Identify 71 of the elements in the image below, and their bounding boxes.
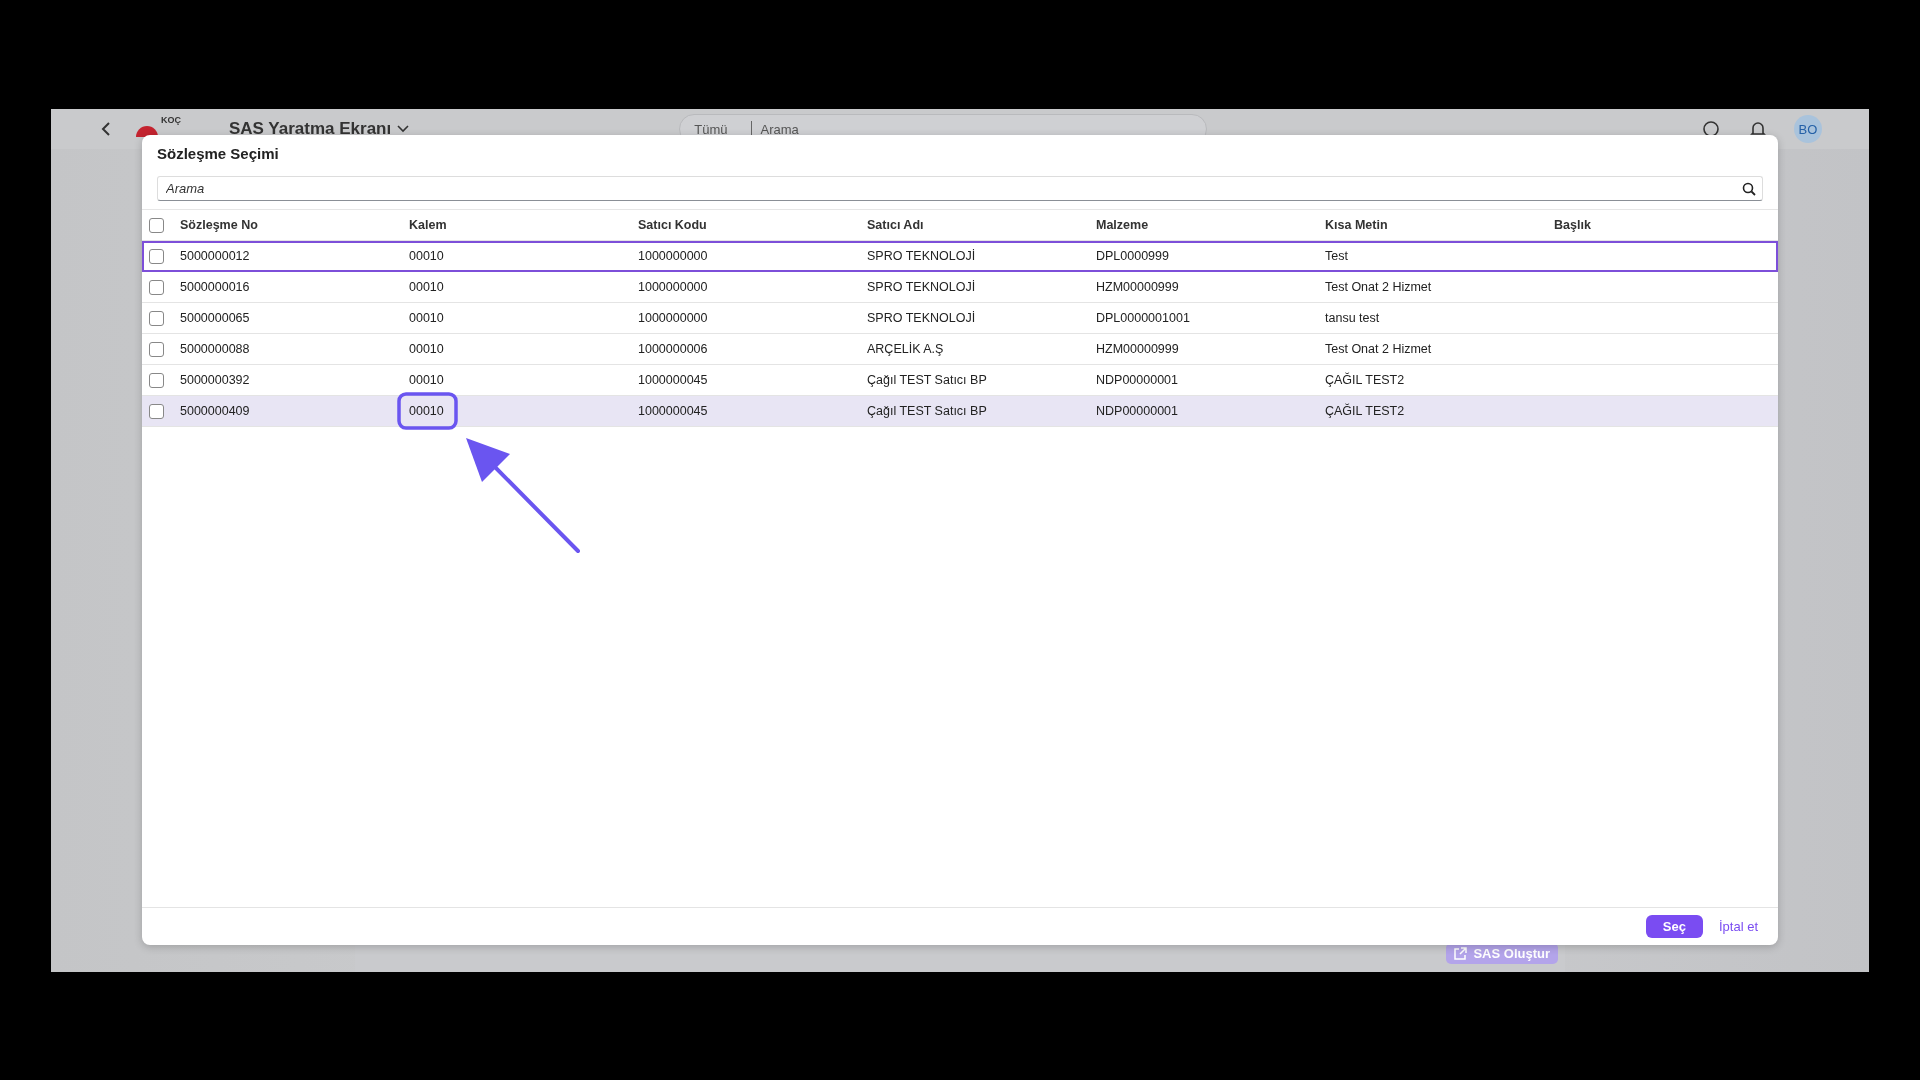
cancel-link[interactable]: İptal et [1718,919,1758,934]
row-checkbox[interactable] [149,372,164,388]
table-cell-text: 00010 [409,249,445,263]
table-cell-text: 5000000088 [180,342,251,356]
row-checkbox[interactable] [149,341,164,357]
table-cell-text: 5000000016 [180,280,251,294]
table-cell-text: SPRO TEKNOLOJİ [867,311,977,325]
table-cell-text: Test [1325,249,1349,263]
table-cell-text: 5000000065 [180,311,251,325]
table-cell-text: 00010 [409,404,445,418]
table-row[interactable]: 5000000012 00010 1000000000 SPRO TEKNOLOJİ DPL0000999 Test [142,241,1778,272]
table-cell-text: 1000000000 [638,280,709,294]
table-cell-text: NDP00000001 [1096,404,1179,418]
table-row[interactable]: 5000000065 00010 1000000000 SPRO TEKNOLOJİ DPL0000001001 tansu test [142,303,1778,334]
table-cell-text: 5000000409 [180,404,251,418]
table-cell-text: DPL0000999 [1096,249,1170,263]
table-cell-text: tansu test [1325,311,1381,325]
column-header[interactable]: Kalem [409,218,638,232]
highlight-box [397,392,458,430]
table-cell-text: Test Onat 2 Hizmet [1325,342,1433,356]
table-cell-text: ARÇELİK A.Ş [867,342,945,356]
table-cell-text: 5000000012 [180,249,251,263]
share-icon [1454,947,1468,960]
table-cell-text: SPRO TEKNOLOJİ [867,249,977,263]
table-cell-text: 00010 [409,311,445,325]
bell-icon[interactable] [1750,120,1766,138]
page-title[interactable]: SAS Yaratma Ekranı [229,119,392,139]
table-cell-text: Çağıl TEST Satıcı BP [867,404,988,418]
table-cell-text: 5000000392 [180,373,251,387]
row-checkbox[interactable] [149,310,164,326]
dialog-title: Sözleşme Seçimi [156,144,280,164]
table-cell-text: 1000000045 [638,373,709,387]
table-cell-text: 00010 [409,342,445,356]
column-header[interactable]: Satıcı Kodu [638,218,867,232]
table-cell-text: Test Onat 2 Hizmet [1325,280,1433,294]
search-icon[interactable] [1742,182,1756,196]
table-row[interactable]: 5000000392 00010 1000000045 Çağıl TEST Satıcı BP NDP00000001 ÇAĞIL TEST2 [142,365,1778,396]
user-avatar[interactable]: BO [1794,115,1822,143]
table-cell-text: 00010 [409,373,445,387]
column-header[interactable]: Kısa Metin [1325,218,1554,232]
column-header[interactable]: Sözleşme No [180,218,409,232]
table-cell-text: SPRO TEKNOLOJİ [867,280,977,294]
column-header[interactable]: Malzeme [1096,218,1325,232]
chevron-down-icon[interactable] [397,125,410,133]
table-cell-text: NDP00000001 [1096,373,1179,387]
back-icon[interactable] [101,122,111,136]
table-cell-text: ÇAĞIL TEST2 [1325,373,1406,387]
table-cell-text: 00010 [409,280,445,294]
search-field[interactable]: Arama [157,176,1763,201]
column-header[interactable]: Satıcı Adı [867,218,1096,232]
row-checkbox[interactable] [149,279,164,295]
table-cell-text: DPL0000001001 [1096,311,1191,325]
table-cell-text: ÇAĞIL TEST2 [1325,404,1406,418]
table-row[interactable]: 5000000409 00010 1000000045 Çağıl TEST Satıcı BP NDP00000001 ÇAĞIL TEST2 [142,396,1778,427]
table-cell-text: HZM00000999 [1096,342,1180,356]
table-cell-text: 1000000006 [638,342,709,356]
select-button[interactable]: Seç [1645,915,1703,938]
row-checkbox[interactable] [149,403,164,419]
table-cell-text: 1000000045 [638,404,709,418]
table-row[interactable]: 5000000016 00010 1000000000 SPRO TEKNOLOJİ HZM00000999 Test Onat 2 Hizmet [142,272,1778,303]
select-all-checkbox[interactable] [149,217,164,233]
brand-name: KOÇ [161,115,181,125]
table-cell-text: Çağıl TEST Satıcı BP [867,373,988,387]
scope-dropdown[interactable]: Tümü [694,121,728,137]
table-row[interactable]: 5000000088 00010 1000000006 ARÇELİK A.Ş HZM00000999 Test Onat 2 Hizmet [142,334,1778,365]
table-cell-text: 1000000000 [638,311,709,325]
column-header[interactable]: Başlık [1554,218,1783,232]
table-cell-text: 1000000000 [638,249,709,263]
table-cell-text: HZM00000999 [1096,280,1180,294]
search-placeholder: Arama [760,121,800,137]
row-checkbox[interactable] [149,248,164,264]
